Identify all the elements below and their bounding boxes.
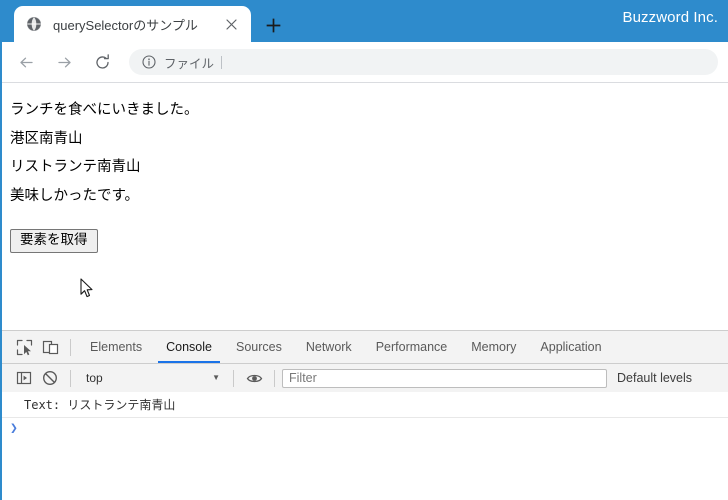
address-separator <box>221 55 223 69</box>
page-paragraph: 港区南青山 <box>10 130 83 147</box>
back-button[interactable] <box>12 48 40 76</box>
toolbar-divider <box>70 338 71 356</box>
devtools-tab-bar: Elements Console Sources Network Perform… <box>2 331 728 364</box>
console-toolbar: top ▼ Filter Default levels <box>2 364 728 393</box>
inspect-element-icon[interactable] <box>11 334 37 360</box>
reload-icon <box>95 53 109 69</box>
live-expression-eye-icon[interactable] <box>241 365 267 391</box>
globe-icon <box>26 16 42 32</box>
clear-console-icon[interactable] <box>37 365 63 391</box>
tab-elements[interactable]: Elements <box>78 332 154 363</box>
tab-console[interactable]: Console <box>154 332 224 363</box>
console-message: Text: リストランテ南青山 <box>2 392 728 418</box>
toolbar-divider <box>70 369 71 387</box>
tab-title: querySelectorのサンプル <box>53 17 198 33</box>
tab-performance[interactable]: Performance <box>364 332 460 363</box>
info-circle-icon[interactable] <box>141 55 156 70</box>
chevron-down-icon: ▼ <box>212 373 220 382</box>
tab-application[interactable]: Application <box>528 332 613 363</box>
arrow-left-icon <box>19 57 33 67</box>
tab-network[interactable]: Network <box>294 332 364 363</box>
console-output: Text: リストランテ南青山 ❯ <box>2 392 728 500</box>
execution-context-value: top <box>86 371 103 385</box>
forward-button[interactable] <box>50 48 78 76</box>
plus-icon <box>266 18 280 32</box>
execution-context-select[interactable]: top ▼ <box>78 368 226 388</box>
page-content: ランチを食べにいきました。 港区南青山 リストランテ南青山 美味しかったです。 … <box>2 83 728 331</box>
console-filter-input[interactable]: Filter <box>282 368 607 388</box>
toolbar-divider <box>233 369 234 387</box>
device-toolbar-icon[interactable] <box>37 334 63 360</box>
address-scheme-label: ファイル <box>164 56 215 71</box>
browser-tab[interactable]: querySelectorのサンプル <box>14 6 251 42</box>
console-sidebar-icon[interactable] <box>11 365 37 391</box>
arrow-right-icon <box>57 57 71 67</box>
devtools-panel: Elements Console Sources Network Perform… <box>2 330 728 500</box>
browser-window: querySelectorのサンプル Buzzword Inc. ファイル ラン… <box>0 0 728 500</box>
console-filter-placeholder: Filter <box>289 371 317 385</box>
page-paragraph: 美味しかったです。 <box>10 187 140 204</box>
close-icon[interactable] <box>219 12 243 36</box>
window-brand-label: Buzzword Inc. <box>622 9 718 26</box>
tab-memory[interactable]: Memory <box>459 332 528 363</box>
toolbar-divider <box>274 369 275 387</box>
page-paragraph: ランチを食べにいきました。 <box>10 102 199 118</box>
page-paragraph: リストランテ南青山 <box>10 159 141 175</box>
get-element-button[interactable]: 要素を取得 <box>10 229 98 253</box>
tab-sources[interactable]: Sources <box>224 332 294 363</box>
reload-button[interactable] <box>88 48 116 76</box>
console-prompt[interactable]: ❯ <box>2 418 728 444</box>
address-bar[interactable]: ファイル <box>129 49 718 75</box>
console-levels-dropdown[interactable]: Default levels <box>617 371 692 385</box>
title-bar: querySelectorのサンプル Buzzword Inc. <box>2 0 728 42</box>
browser-toolbar: ファイル <box>2 42 728 83</box>
new-tab-button[interactable] <box>260 12 286 38</box>
prompt-caret-icon: ❯ <box>10 421 18 436</box>
